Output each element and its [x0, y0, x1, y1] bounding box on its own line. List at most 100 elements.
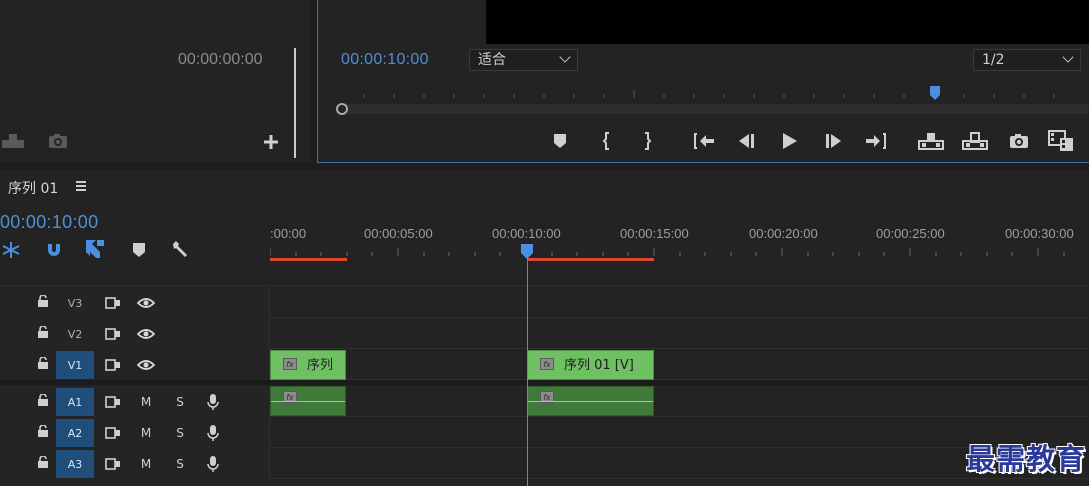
track-label-v2[interactable]: V2	[56, 320, 94, 348]
lock-icon[interactable]	[37, 326, 49, 338]
watermark-logo: 最需教育	[966, 442, 1087, 476]
microphone-icon[interactable]	[204, 417, 222, 448]
compare-icon[interactable]	[1047, 129, 1075, 153]
track-a3: A3 M S	[0, 448, 1089, 479]
track-v1: V1 fx 序列 fx 序列 01 [V]	[0, 349, 1089, 380]
mute-button[interactable]: M	[138, 417, 154, 448]
track-label-a3[interactable]: A3	[56, 450, 94, 478]
resolution-dropdown[interactable]: 1/2	[973, 49, 1081, 71]
video-clip-1[interactable]: fx 序列	[270, 350, 346, 380]
eye-icon[interactable]	[135, 318, 157, 349]
snap-icon[interactable]	[44, 240, 64, 260]
fx-badge: fx	[283, 358, 297, 370]
lock-icon[interactable]	[37, 456, 49, 468]
track-header-a3: A3 M S	[0, 448, 270, 479]
linked-selection-icon[interactable]	[84, 238, 106, 260]
fx-badge: fx	[540, 358, 554, 370]
mute-button[interactable]: M	[138, 386, 154, 417]
lock-icon[interactable]	[37, 357, 49, 369]
video-audio-separator	[0, 380, 1089, 385]
sync-lock-icon[interactable]	[102, 417, 124, 448]
track-a1: A1 M S fx fx	[0, 386, 1089, 417]
panel-menu-icon[interactable]	[76, 181, 86, 191]
go-to-out-icon[interactable]	[864, 131, 888, 151]
solo-button[interactable]: S	[172, 386, 188, 417]
add-marker-icon[interactable]	[131, 241, 147, 259]
chevron-down-icon	[559, 51, 571, 63]
track-header-a2: A2 M S	[0, 417, 270, 448]
add-marker-icon[interactable]	[551, 131, 569, 151]
camera-icon[interactable]	[1007, 130, 1031, 152]
camera-icon[interactable]	[47, 131, 69, 151]
volume-line[interactable]	[271, 401, 345, 402]
volume-line[interactable]	[528, 401, 653, 402]
step-forward-icon[interactable]	[824, 131, 844, 151]
ruler-label-15: 00:00:15:00	[620, 226, 689, 241]
program-video-frame	[486, 0, 1089, 44]
sequence-tab[interactable]: 序列 01	[8, 178, 58, 198]
clip-name: 序列	[307, 358, 334, 373]
ruler-label-10: 00:00:10:00	[492, 226, 561, 241]
render-bar-red-1	[270, 258, 347, 261]
render-bar-red-2	[527, 258, 654, 261]
add-icon[interactable]	[262, 133, 280, 151]
source-divider	[294, 48, 296, 158]
ruler-label-0: :00:00	[270, 226, 307, 241]
program-timecode[interactable]: 00:00:10:00	[341, 51, 429, 69]
sync-lock-icon[interactable]	[102, 448, 124, 479]
eye-icon[interactable]	[135, 349, 157, 380]
play-icon[interactable]	[780, 131, 800, 151]
track-v3: V3	[0, 287, 1089, 318]
nest-toggle-icon[interactable]	[0, 240, 22, 260]
sync-lock-icon[interactable]	[102, 349, 124, 380]
microphone-icon[interactable]	[204, 386, 222, 417]
track-label-v3[interactable]: V3	[56, 289, 94, 317]
audio-clip-1[interactable]: fx	[270, 386, 346, 416]
timeline-playhead-line[interactable]	[527, 252, 528, 486]
ruler-label-25: 00:00:25:00	[876, 226, 945, 241]
track-spacer	[0, 262, 1089, 286]
microphone-icon[interactable]	[204, 448, 222, 479]
go-to-in-icon[interactable]	[692, 131, 716, 151]
track-header-v3: V3	[0, 287, 270, 318]
ruler-label-30: 00:00:30:00	[1005, 226, 1074, 241]
track-label-v1[interactable]: V1	[56, 351, 94, 379]
program-playhead[interactable]	[930, 86, 940, 100]
zoom-dropdown-value: 适合	[478, 52, 506, 68]
mute-button[interactable]: M	[138, 448, 154, 479]
timeline-ruler[interactable]	[270, 242, 1089, 264]
ruler-label-5: 00:00:05:00	[364, 226, 433, 241]
timeline-timecode[interactable]: 00:00:10:00	[0, 212, 98, 233]
video-clip-2[interactable]: fx 序列 01 [V]	[527, 350, 654, 380]
eye-icon[interactable]	[135, 287, 157, 318]
clip-name: 序列 01 [V]	[564, 358, 634, 373]
track-v2: V2	[0, 318, 1089, 349]
lift-icon[interactable]	[917, 130, 945, 152]
wrench-icon[interactable]	[170, 239, 192, 261]
track-label-a1[interactable]: A1	[56, 388, 94, 416]
zoom-dropdown[interactable]: 适合	[469, 49, 578, 71]
chevron-down-icon	[1062, 51, 1074, 63]
track-header-a1: A1 M S	[0, 386, 270, 417]
lock-icon[interactable]	[37, 425, 49, 437]
track-a2: A2 M S	[0, 417, 1089, 448]
mark-in-icon[interactable]	[598, 131, 616, 151]
lock-icon[interactable]	[37, 394, 49, 406]
extract-icon[interactable]	[961, 130, 989, 152]
solo-button[interactable]: S	[172, 417, 188, 448]
track-header-v1: V1	[0, 349, 270, 380]
solo-button[interactable]: S	[172, 448, 188, 479]
sync-lock-icon[interactable]	[102, 287, 124, 318]
track-label-a2[interactable]: A2	[56, 419, 94, 447]
program-time-ruler[interactable]	[333, 86, 1089, 116]
export-frame-icon[interactable]	[0, 130, 26, 152]
resolution-dropdown-value: 1/2	[982, 52, 1005, 68]
audio-clip-2[interactable]: fx	[527, 386, 654, 416]
sync-lock-icon[interactable]	[102, 386, 124, 417]
sync-lock-icon[interactable]	[102, 318, 124, 349]
step-back-icon[interactable]	[736, 131, 756, 151]
mark-out-icon[interactable]	[638, 131, 656, 151]
source-timecode[interactable]: 00:00:00:00	[178, 51, 263, 69]
track-header-v2: V2	[0, 318, 270, 349]
lock-icon[interactable]	[37, 295, 49, 307]
